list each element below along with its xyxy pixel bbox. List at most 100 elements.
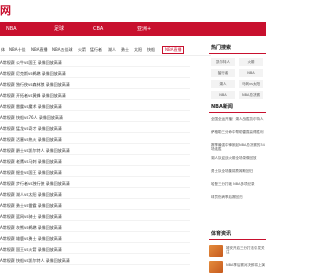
list-item[interactable]: A常规赛 掘金vs国王 录像回放高清 — [0, 168, 200, 177]
hot-tag[interactable]: 火箭 — [239, 58, 263, 66]
subnav-item[interactable]: 湖人 — [108, 46, 116, 54]
list-item[interactable]: A常规赛 尼克斯vs鹈鹕 录像回放高清 — [0, 69, 200, 78]
list-item-title[interactable]: A常规赛 活塞vs热火 录像回放高清 — [0, 137, 62, 142]
list-item[interactable]: A常规赛 雷霆vs魔术 录像回放高清 — [0, 102, 200, 111]
list-item[interactable]: A常规赛 篮网vs骑士 录像回放高清 — [0, 212, 200, 221]
hot-tag[interactable]: NBA — [211, 91, 235, 99]
sports-news-title[interactable]: NBA季后赛对决即将上演 — [226, 263, 266, 271]
divider — [0, 110, 190, 111]
news-item-title[interactable]: 赛季最强中锋掀起NBA总决赛的34场连胜 — [211, 143, 265, 151]
divider — [0, 165, 190, 166]
list-item[interactable]: A常规赛 灰熊vs鹈鹕 录像回放高清 — [0, 223, 200, 232]
list-item[interactable]: A常规赛 湖人vs太阳 录像回放高清 — [0, 190, 200, 199]
subnav-item[interactable]: NBA五佳球 — [52, 46, 72, 54]
nav-item-cba[interactable]: CBA — [93, 22, 103, 36]
subnav-item[interactable]: 体 — [1, 46, 5, 54]
subnav-item[interactable]: 太阳 — [134, 46, 142, 54]
divider — [0, 209, 190, 210]
hot-tag[interactable]: 猛行者 — [211, 69, 235, 77]
subnav-item[interactable]: 快船 — [147, 46, 155, 54]
subnav-item[interactable]: NBA十佳 — [9, 46, 25, 54]
news-thumbnail[interactable] — [209, 261, 223, 273]
list-item[interactable]: A常规赛 老鹰vs马刺 录像回放高清 — [0, 157, 200, 166]
hot-tag[interactable]: 马刺vs太阳 — [239, 80, 263, 88]
divider — [209, 53, 266, 54]
news-item[interactable]: 哈登三分打破 NBA多项纪录 — [211, 182, 266, 190]
list-item-title[interactable]: A常规赛 快船vs凯尔特人 录像回放高清 — [0, 258, 70, 263]
list-item[interactable]: A常规赛 公牛vs国王 录像回放高清 — [0, 58, 200, 67]
hot-tag[interactable]: NBA — [239, 69, 263, 77]
divider — [0, 132, 190, 133]
list-item-title[interactable]: A常规赛 灰熊vs鹈鹕 录像回放高清 — [0, 225, 62, 230]
divider — [209, 112, 266, 113]
hot-tag[interactable]: 湖人 — [211, 80, 235, 88]
divider — [0, 198, 190, 199]
news-item[interactable]: 赛季最强中锋掀起NBA总决赛的34场连胜 — [211, 143, 266, 151]
list-item-title[interactable]: A常规赛 国王vs火箭 录像回放高清 — [0, 247, 62, 252]
list-item[interactable]: A常规赛 勇士vs雷霆 录像回放高清 — [0, 201, 200, 210]
list-item-title[interactable]: A常规赛 快船vs76人 录像回放高清 — [0, 115, 63, 120]
list-item-title[interactable]: A常规赛 老鹰vs马刺 录像回放高清 — [0, 159, 62, 164]
subnav-item[interactable]: 勇士 — [121, 46, 129, 54]
news-item-title[interactable]: 球员伤病季后赛回归 — [211, 195, 243, 199]
list-item-title[interactable]: A常规赛 公牛vs国王 录像回放高清 — [0, 60, 62, 65]
list-item-title[interactable]: A常规赛 步行者vs独行侠 录像回放高清 — [0, 181, 70, 186]
divider — [0, 77, 190, 78]
news-item-title[interactable]: 湖人队迎战火箭全场录像回放 — [211, 156, 257, 160]
list-item-title[interactable]: A常规赛 尼克斯vs鹈鹕 录像回放高清 — [0, 71, 66, 76]
list-item[interactable]: A常规赛 活塞vs热火 录像回放高清 — [0, 135, 200, 144]
divider — [0, 253, 190, 254]
list-item[interactable]: A常规赛 快船vs76人 录像回放高清 — [0, 113, 200, 122]
news-item[interactable]: 全国全运开播！湖人战胜凯尔特人 — [211, 117, 266, 125]
subnav-item[interactable]: NBA直播 — [31, 46, 47, 54]
list-item-title[interactable]: A常规赛 篮网vs骑士 录像回放高清 — [0, 214, 62, 219]
sports-news-title[interactable]: 雄安开启三分打法引发关注 — [226, 246, 266, 254]
divider — [0, 143, 190, 144]
list-item[interactable]: A常规赛 雄鹿vs勇士 录像回放高清 — [0, 234, 200, 243]
list-item-title[interactable]: A常规赛 雄鹿vs勇士 录像回放高清 — [0, 236, 62, 241]
list-item-title[interactable]: A常规赛 湖人vs太阳 录像回放高清 — [0, 192, 62, 197]
subnav-item[interactable]: 火箭 — [78, 46, 86, 54]
sports-news-heading: 体育资讯 — [211, 231, 232, 237]
subnav-item[interactable]: 猛行者 — [90, 46, 102, 54]
list-item-title[interactable]: A常规赛 独行侠vs森林狼 录像回放高清 — [0, 82, 70, 87]
subnav-live-tag[interactable]: NBA直播 — [162, 46, 185, 54]
list-item-title[interactable]: A常规赛 掘金vs国王 录像回放高清 — [0, 170, 62, 175]
list-item[interactable]: A常规赛 爵士vs凯尔特人 录像回放高清 — [0, 146, 200, 155]
divider — [0, 264, 190, 265]
list-item[interactable]: A常规赛 国王vs火箭 录像回放高清 — [0, 245, 200, 254]
news-item-title[interactable]: 萨格勒三分命中帮助雷霆赢得胜利 — [211, 130, 264, 134]
list-item[interactable]: A常规赛 快船vs凯尔特人 录像回放高清 — [0, 256, 200, 265]
sub-nav: 体 NBA十佳 NBA直播 NBA五佳球 火箭 猛行者 湖人 勇士 太阳 快船 … — [0, 45, 211, 56]
list-item-title[interactable]: A常规赛 雷霆vs魔术 录像回放高清 — [0, 104, 62, 109]
list-item[interactable]: A常规赛 步行者vs独行侠 录像回放高清 — [0, 179, 200, 188]
news-item[interactable]: 湖人队迎战火箭全场录像回放 — [211, 156, 266, 164]
news-item[interactable]: 勇士队全场集锦詹姆斯回归 — [211, 169, 266, 177]
divider — [0, 176, 190, 177]
news-item[interactable]: 萨格勒三分命中帮助雷霆赢得胜利 — [211, 130, 266, 138]
divider — [0, 187, 190, 188]
news-item[interactable]: 球员伤病季后赛回归 — [211, 195, 266, 203]
list-item-title[interactable]: A常规赛 开拓者vs黄蜂 录像回放高清 — [0, 93, 66, 98]
list-item[interactable]: A常规赛 开拓者vs黄蜂 录像回放高清 — [0, 91, 200, 100]
divider — [0, 220, 190, 221]
news-item-title[interactable]: 勇士队全场集锦詹姆斯回归 — [211, 169, 253, 173]
site-logo[interactable]: 网 — [0, 2, 11, 19]
hot-tag[interactable]: NBA总决赛 — [239, 91, 263, 99]
list-item[interactable]: A常规赛 独行侠vs森林狼 录像回放高清 — [0, 80, 200, 89]
news-item-title[interactable]: 哈登三分打破 NBA多项纪录 — [211, 182, 255, 186]
hot-search-heading: 热门搜索 — [211, 45, 232, 51]
list-item-title[interactable]: A常规赛 爵士vs凯尔特人 录像回放高清 — [0, 148, 70, 153]
list-item-title[interactable]: A常规赛 猛龙vs奇才 录像回放高清 — [0, 126, 62, 131]
hot-tag[interactable]: 凯尔特人 — [211, 58, 235, 66]
news-item-title[interactable]: 全国全运开播！湖人战胜凯尔特人 — [211, 117, 264, 121]
list-item-title[interactable]: A常规赛 勇士vs雷霆 录像回放高清 — [0, 203, 62, 208]
nav-item-asia[interactable]: 亚洲+ — [137, 22, 151, 36]
list-item[interactable]: A常规赛 猛龙vs奇才 录像回放高清 — [0, 124, 200, 133]
divider — [0, 66, 190, 67]
divider — [0, 242, 190, 243]
nav-item-nba[interactable]: NBA — [6, 22, 17, 36]
divider — [0, 121, 190, 122]
news-thumbnail[interactable] — [209, 245, 223, 257]
nav-item-football[interactable]: 足球 — [54, 22, 64, 36]
